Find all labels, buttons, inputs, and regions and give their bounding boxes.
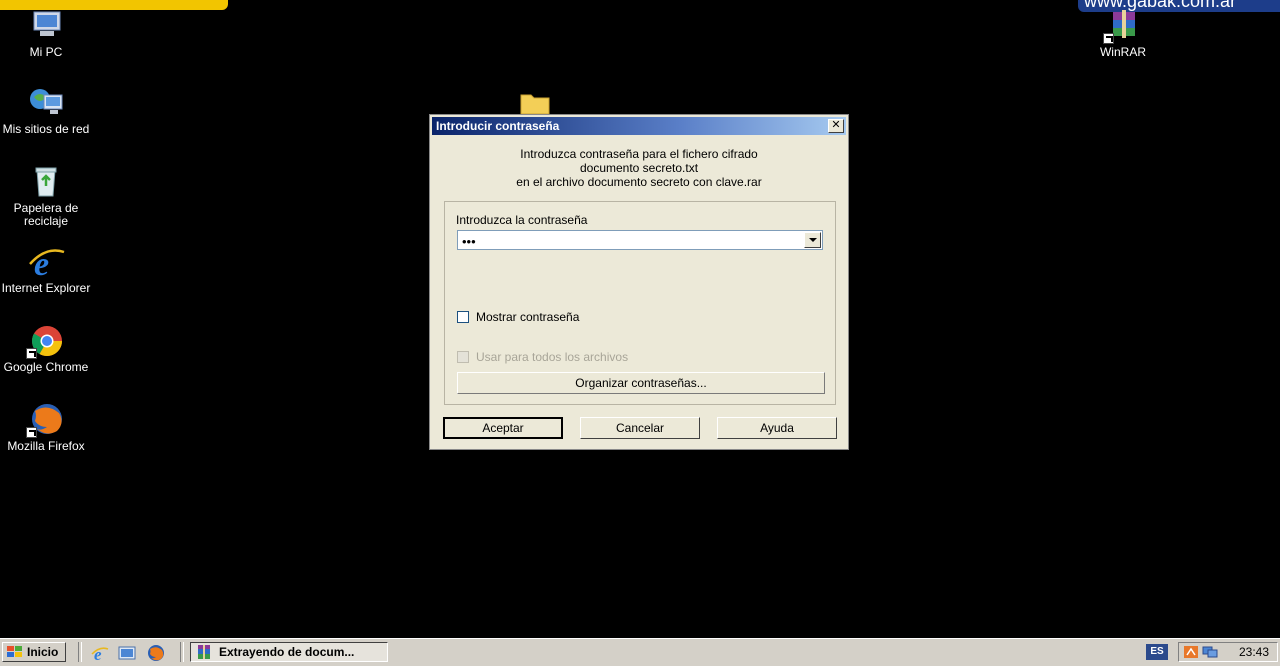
use-for-all-checkbox [457,351,469,363]
dialog-titlebar[interactable]: Introducir contraseña ✕ [432,117,846,135]
desktop-icon-my-computer[interactable]: Mi PC [0,8,92,59]
close-icon: ✕ [831,119,841,131]
desktop-icon-winrar[interactable]: WinRAR [1077,8,1169,59]
internet-explorer-icon: e [26,244,66,283]
message-line-3: en el archivo documento secreto con clav… [516,175,762,189]
chevron-down-icon[interactable] [804,232,821,248]
message-line-2: documento secreto.txt [579,161,699,175]
computer-icon [26,8,66,44]
desktop-icon-network-places[interactable]: Mis sitios de red [0,85,92,136]
desktop-icon-label: WinRAR [1099,45,1146,59]
folder-icon[interactable] [519,91,551,115]
taskbar: Inicio e Extrayendo de docum... ES 23:43 [0,638,1280,666]
password-input[interactable] [460,232,804,250]
cancel-button[interactable]: Cancelar [580,417,700,439]
shortcut-arrow-icon [26,348,37,359]
desktop-icon-recycle-bin[interactable]: Papelera de reciclaje [0,164,92,228]
clock[interactable]: 23:43 [1239,645,1269,659]
chrome-icon [26,323,66,359]
winrar-icon [1103,8,1143,44]
firefox-icon [26,402,66,438]
svg-text:e: e [94,645,102,662]
message-line-1: Introduzca contraseña para el fichero ci… [520,147,758,161]
start-label: Inicio [27,645,59,659]
shortcut-arrow-icon [26,427,37,438]
desktop-icon-label: Mis sitios de red [2,122,90,136]
network-icon [26,85,66,121]
password-dialog: Introducir contraseña ✕ Introduzca contr… [429,114,849,450]
start-button[interactable]: Inicio [2,642,66,662]
show-password-checkbox[interactable] [457,311,469,323]
dialog-message: Introduzca contraseña para el fichero ci… [444,147,834,189]
quicklaunch-desktop-icon[interactable] [118,644,136,662]
ok-button[interactable]: Aceptar [443,417,563,439]
close-button[interactable]: ✕ [828,119,844,133]
system-tray: 23:43 [1178,642,1278,662]
show-password-label: Mostrar contraseña [476,310,580,324]
quicklaunch-ie-icon[interactable]: e [91,644,109,664]
use-for-all-label: Usar para todos los archivos [476,350,629,364]
windows-flag-icon [7,646,22,657]
password-group: Introduzca la contraseña Mostrar contras… [444,201,836,405]
desktop-icon-label: Internet Explorer [1,281,91,295]
language-indicator[interactable]: ES [1146,644,1168,660]
desktop-icon-google-chrome[interactable]: Google Chrome [0,323,92,374]
password-label: Introduzca la contraseña [456,213,588,227]
shortcut-arrow-icon [1103,33,1114,44]
taskbar-task-winrar[interactable]: Extrayendo de docum... [190,642,388,662]
desktop-icon-label: Papelera de reciclaje [13,201,79,228]
dialog-title: Introducir contraseña [436,119,560,133]
taskbar-separator [78,642,82,662]
desktop-icon-label: Mi PC [29,45,63,59]
network-tray-icon[interactable] [1202,645,1218,659]
task-label: Extrayendo de docum... [219,645,355,659]
desktop-icon-internet-explorer[interactable]: e Internet Explorer [0,244,92,295]
use-for-all-checkbox-row: Usar para todos los archivos [457,350,628,364]
recycle-bin-icon [26,164,66,200]
desktop-icon-label: Google Chrome [3,360,89,374]
winrar-icon [198,645,210,659]
organize-passwords-button[interactable]: Organizar contraseñas... [457,372,825,394]
show-password-checkbox-row[interactable]: Mostrar contraseña [457,310,579,324]
desktop-icon-label: Mozilla Firefox [7,439,85,453]
tray-app-icon[interactable] [1183,645,1199,659]
help-button[interactable]: Ayuda [717,417,837,439]
desktop-icon-mozilla-firefox[interactable]: Mozilla Firefox [0,402,92,453]
quicklaunch-firefox-icon[interactable] [147,644,165,662]
password-combobox[interactable] [457,230,823,250]
taskbar-separator [180,642,184,662]
